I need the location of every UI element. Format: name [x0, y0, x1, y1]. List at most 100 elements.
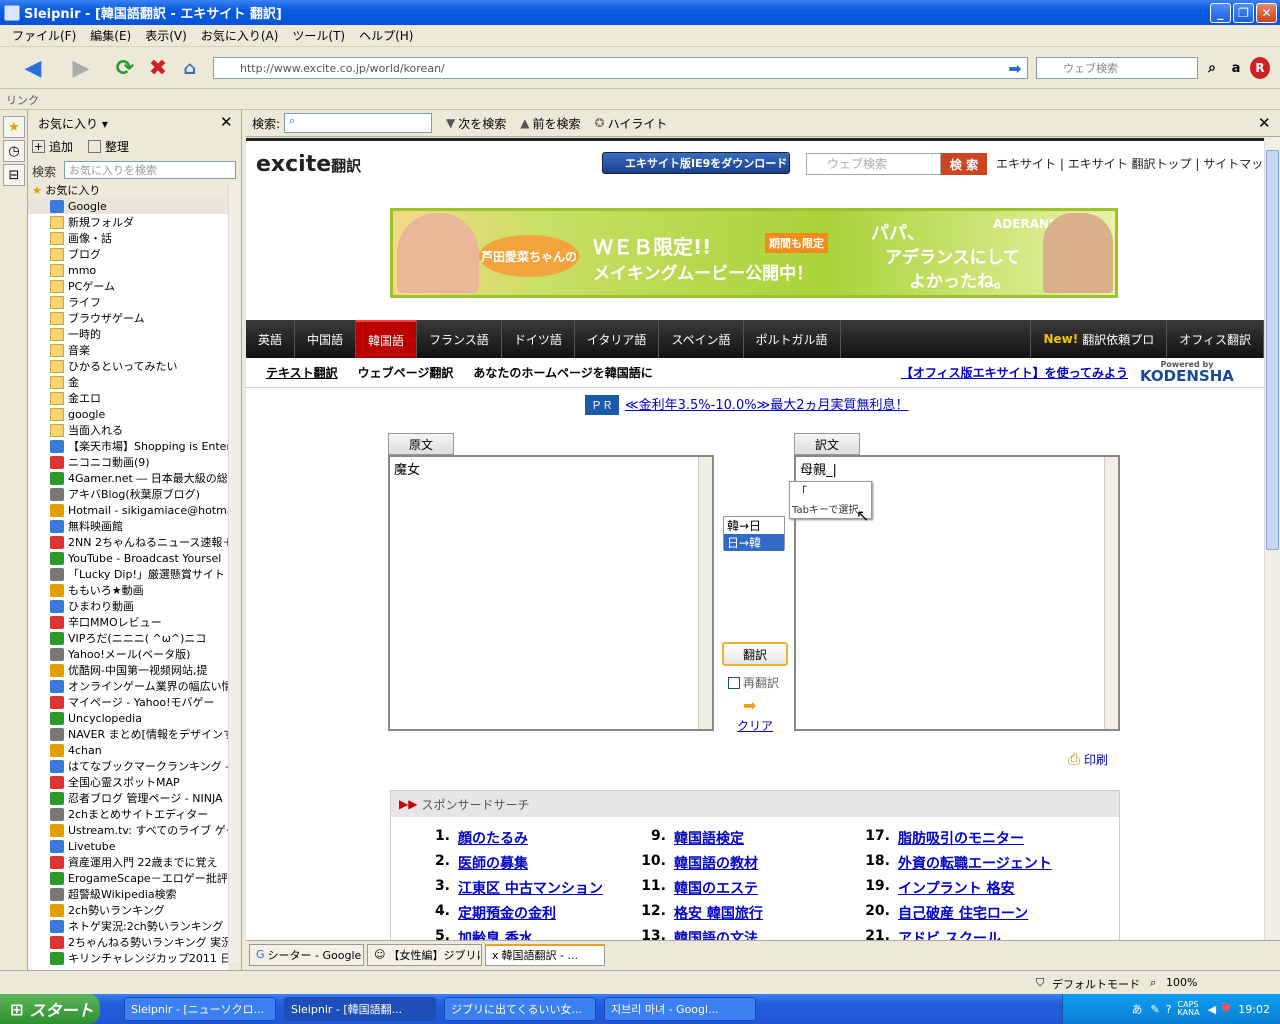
sponsor-link[interactable]: 自己破産 住宅ローン	[898, 903, 1028, 923]
favorite-item[interactable]: Yahoo!メール(ベータ版)	[28, 646, 228, 662]
favorite-item[interactable]: オンラインゲーム業界の幅広い情	[28, 678, 228, 694]
restore-button[interactable]: ❐	[1233, 3, 1254, 23]
favorite-item[interactable]: Livetube	[28, 838, 228, 854]
tab-korean[interactable]: 韓国語	[356, 320, 418, 358]
minimize-button[interactable]: _	[1210, 3, 1231, 23]
add-favorite-button[interactable]: + 追加	[32, 138, 73, 155]
favorite-item[interactable]: はてなブックマークランキング - 週	[28, 758, 228, 774]
excite-search-input[interactable]: ウェブ検索	[806, 153, 941, 175]
sponsor-item[interactable]: 1. 顔のたるみ	[424, 828, 528, 848]
menu-edit[interactable]: 編集(E)	[90, 27, 131, 44]
favorite-item[interactable]: Google	[28, 198, 228, 214]
direction-select[interactable]: 韓→日 日→韓	[723, 516, 785, 551]
tab-english[interactable]: 英語	[246, 320, 296, 358]
checkbox-box[interactable]	[728, 676, 740, 689]
favorites-root[interactable]: ★ お気に入り	[32, 182, 100, 198]
kodensha-logo[interactable]: Powered by KODENSHA	[1140, 361, 1234, 384]
favorite-item[interactable]: 無料映画館	[28, 518, 228, 534]
text-translate-link[interactable]: テキスト翻訳	[266, 364, 338, 381]
favorite-item[interactable]: 「Lucky Dip!」厳選懸賞サイト	[28, 566, 228, 582]
favorite-item[interactable]: 辛口MMOレビュー	[28, 614, 228, 630]
favorite-item[interactable]: 忍者ブログ 管理ページ - NINJA	[28, 790, 228, 806]
ime-mode[interactable]: あ	[1131, 1001, 1142, 1017]
security-icon[interactable]: ⛊	[1222, 1002, 1230, 1016]
favorite-item[interactable]: 資産運用入門 22歳までに覚え	[28, 854, 228, 870]
task-document[interactable]: ジブリに出てくるいい女...	[444, 997, 596, 1021]
tab-french[interactable]: フランス語	[417, 320, 502, 358]
sponsor-item[interactable]: 4. 定期預金の金利	[424, 903, 556, 923]
favorite-item[interactable]: 4Gamer.net ― 日本最大級の総	[28, 470, 228, 486]
sponsor-link[interactable]: 韓国語の教材	[674, 853, 758, 873]
excite-logo[interactable]: excite翻訳	[256, 152, 361, 177]
web-search-input[interactable]: ウェブ検索	[1036, 57, 1198, 79]
favorite-item[interactable]: mmo	[28, 262, 228, 278]
zoom-level[interactable]: 100%	[1166, 976, 1197, 989]
favorite-item[interactable]: 2chまとめサイトエディター	[28, 806, 228, 822]
sponsor-link[interactable]: 医師の募集	[458, 853, 528, 873]
go-arrow-icon[interactable]: ➡	[1003, 57, 1027, 79]
direction-ja-ko[interactable]: 日→韓	[724, 534, 784, 551]
translate-button[interactable]: 翻訳	[722, 642, 788, 666]
pr-link[interactable]: ≪金利年3.5%-10.0%≫最大2ヵ月実質無利息！	[625, 394, 909, 413]
sponsor-link[interactable]: 韓国語検定	[674, 828, 744, 848]
office-translate-link[interactable]: オフィス翻訳	[1167, 320, 1264, 358]
tab-spanish[interactable]: スペイン語	[659, 320, 744, 358]
scroll-thumb[interactable]	[1266, 150, 1279, 550]
sitemap-link[interactable]: サイトマップ	[1203, 157, 1264, 171]
favorites-star-icon[interactable]: ★	[3, 116, 25, 138]
favorite-item[interactable]: Uncyclopedia	[28, 710, 228, 726]
home-icon[interactable]: ⌂	[177, 55, 203, 81]
sidebar-title[interactable]: お気に入り ▾	[38, 115, 108, 132]
favorite-item[interactable]: 全国心霊スポットMAP	[28, 774, 228, 790]
sponsor-item[interactable]: 10. 韓国語の教材	[640, 853, 758, 873]
tool-icon[interactable]: ✎	[1150, 1003, 1159, 1016]
favorite-item[interactable]: 新規フォルダ	[28, 214, 228, 230]
favorite-item[interactable]: ひまわり動画	[28, 598, 228, 614]
close-window-button[interactable]: ✕	[1256, 3, 1277, 23]
favorite-item[interactable]: 2ch勢いランキング	[28, 902, 228, 918]
find-input[interactable]: ⌕	[284, 113, 433, 133]
tab-portuguese[interactable]: ポルトガル語	[744, 320, 841, 358]
favorite-item[interactable]: 4chan	[28, 742, 228, 758]
start-button[interactable]: ⊞ スタート	[0, 994, 100, 1024]
ie9-download-button[interactable]: エキサイト版IE9をダウンロード	[602, 152, 790, 174]
sponsor-item[interactable]: 17. 脂肪吸引のモニター	[864, 828, 1024, 848]
task-chrome[interactable]: 지브리 마녀 - Googl...	[604, 997, 756, 1021]
source-scrollbar[interactable]	[698, 457, 712, 729]
address-bar[interactable]: http://www.excite.co.jp/world/korean/	[213, 57, 1028, 79]
sponsor-item[interactable]: 3. 江東区 中古マンション	[424, 878, 603, 898]
sponsor-link[interactable]: 韓国語の文法	[674, 928, 758, 940]
favorite-item[interactable]: 金エロ	[28, 390, 228, 406]
tab-german[interactable]: ドイツ語	[502, 320, 575, 358]
sponsor-link[interactable]: アドビ スクール	[898, 928, 1001, 940]
favorites-scrollbar[interactable]	[228, 182, 240, 962]
clear-link[interactable]: クリア	[737, 717, 773, 734]
search-icon[interactable]: ⌕	[1202, 57, 1222, 79]
favorite-item[interactable]: マイページ - Yahoo!モバゲー	[28, 694, 228, 710]
back-arrow-icon[interactable]: ◀	[20, 55, 46, 81]
sponsor-item[interactable]: 12. 格安 韓国旅行	[640, 903, 763, 923]
favorite-item[interactable]: ももいろ★動画	[28, 582, 228, 598]
sponsor-item[interactable]: 2. 医師の募集	[424, 853, 528, 873]
office-promo-link[interactable]: 【オフィス版エキサイト】を使ってみよう	[901, 364, 1128, 381]
menu-help[interactable]: ヘルプ(H)	[359, 27, 413, 44]
menu-file[interactable]: ファイル(F)	[12, 27, 76, 44]
favorite-item[interactable]: ライフ	[28, 294, 228, 310]
aderans-banner[interactable]: 芦田愛菜ちゃんの ＷＥＢ限定!! 期間も限定 メイキングムービー公開中！ パパ、…	[390, 208, 1118, 298]
find-next-button[interactable]: 次を検索	[458, 115, 506, 132]
browser-tab-3[interactable]: x 韓国語翻訳 - ...	[485, 943, 605, 966]
favorite-item[interactable]: ブラウザゲーム	[28, 310, 228, 326]
help-icon[interactable]: ?	[1166, 1003, 1172, 1016]
tray-arrow-icon[interactable]: ◀	[1208, 1003, 1216, 1016]
sponsor-link[interactable]: 外資の転職エージェント	[898, 853, 1052, 873]
translation-pro-link[interactable]: New! 翻訳依頼プロ	[1030, 320, 1168, 358]
favorite-item[interactable]: YouTube - Broadcast Yoursel	[28, 550, 228, 566]
findbar-close-icon[interactable]: ✕	[1258, 114, 1271, 132]
ime-candidate[interactable]: 「	[790, 482, 871, 500]
favorite-item[interactable]: Hotmail - sikigamiace@hotma	[28, 502, 228, 518]
tree-icon[interactable]: ⊟	[3, 164, 25, 186]
menu-view[interactable]: 表示(V)	[145, 27, 187, 44]
sponsor-link[interactable]: 定期預金の金利	[458, 903, 556, 923]
find-prev-button[interactable]: 前を検索	[533, 115, 581, 132]
sponsor-link[interactable]: 江東区 中古マンション	[458, 878, 603, 898]
